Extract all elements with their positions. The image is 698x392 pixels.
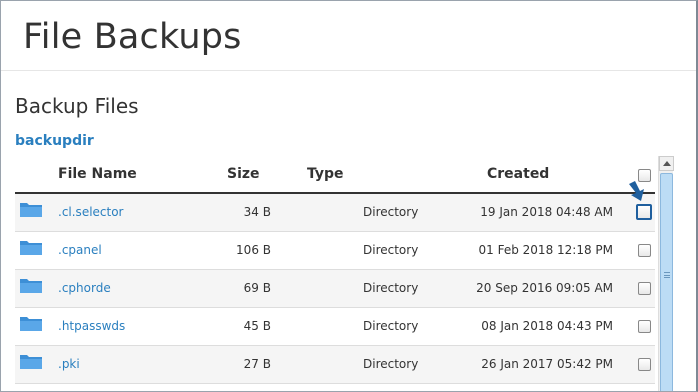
page-header: File Backups bbox=[1, 1, 696, 71]
file-type: Directory bbox=[363, 319, 419, 333]
scroll-thumb[interactable] bbox=[660, 173, 673, 391]
folder-icon bbox=[20, 317, 42, 331]
file-name-link[interactable]: .cpanel bbox=[58, 243, 102, 257]
scroll-up-button[interactable] bbox=[659, 156, 674, 171]
folder-icon bbox=[20, 355, 42, 369]
folder-icon bbox=[20, 203, 42, 217]
arrow-down-right-icon bbox=[629, 181, 644, 201]
file-name-link[interactable]: .cl.selector bbox=[58, 205, 124, 219]
file-type: Directory bbox=[363, 357, 419, 371]
file-size: 45 B bbox=[243, 319, 271, 333]
page-title: File Backups bbox=[23, 17, 242, 57]
row-checkbox[interactable] bbox=[638, 358, 651, 371]
table-row: .htpasswds 45 B Directory 08 Jan 2018 04… bbox=[15, 308, 655, 346]
section-title: Backup Files bbox=[15, 94, 139, 118]
file-type: Directory bbox=[363, 281, 419, 295]
column-header-created[interactable]: Created bbox=[487, 166, 549, 182]
file-created: 26 Jan 2017 05:42 PM bbox=[481, 357, 613, 371]
file-type: Directory bbox=[363, 205, 419, 219]
file-created: 20 Sep 2016 09:05 AM bbox=[476, 281, 613, 295]
vertical-scrollbar[interactable] bbox=[658, 156, 674, 391]
file-size: 27 B bbox=[243, 357, 271, 371]
file-type: Directory bbox=[363, 243, 419, 257]
file-name-link[interactable]: .pki bbox=[58, 357, 80, 371]
row-checkbox[interactable] bbox=[636, 204, 652, 220]
row-checkbox[interactable] bbox=[638, 320, 651, 333]
backup-directory-link[interactable]: backupdir bbox=[15, 133, 94, 149]
table-row: .cpanel 106 B Directory 01 Feb 2018 12:1… bbox=[15, 232, 655, 270]
folder-icon bbox=[20, 241, 42, 255]
file-name-link[interactable]: .htpasswds bbox=[58, 319, 125, 333]
file-size: 34 B bbox=[243, 205, 271, 219]
row-checkbox[interactable] bbox=[638, 244, 651, 257]
file-name-link[interactable]: .cphorde bbox=[58, 281, 111, 295]
column-header-size[interactable]: Size bbox=[227, 166, 260, 182]
file-created: 08 Jan 2018 04:43 PM bbox=[481, 319, 613, 333]
column-header-file-name[interactable]: File Name bbox=[58, 166, 137, 182]
column-header-type[interactable]: Type bbox=[307, 166, 344, 182]
backup-files-table: File Name Size Type Created .cl.selector… bbox=[15, 157, 655, 384]
folder-icon bbox=[20, 279, 42, 293]
table-row: .cl.selector 34 B Directory 19 Jan 2018 … bbox=[15, 194, 655, 232]
file-created: 01 Feb 2018 12:18 PM bbox=[478, 243, 613, 257]
grip-icon bbox=[664, 272, 670, 278]
window-frame: File Backups Backup Files backupdir File… bbox=[0, 0, 698, 392]
table-row: .cphorde 69 B Directory 20 Sep 2016 09:0… bbox=[15, 270, 655, 308]
row-checkbox[interactable] bbox=[638, 282, 651, 295]
file-created: 19 Jan 2018 04:48 AM bbox=[480, 205, 613, 219]
table-row: .pki 27 B Directory 26 Jan 2017 05:42 PM bbox=[15, 346, 655, 384]
file-size: 106 B bbox=[236, 243, 271, 257]
file-size: 69 B bbox=[243, 281, 271, 295]
table-header: File Name Size Type Created bbox=[15, 157, 655, 194]
